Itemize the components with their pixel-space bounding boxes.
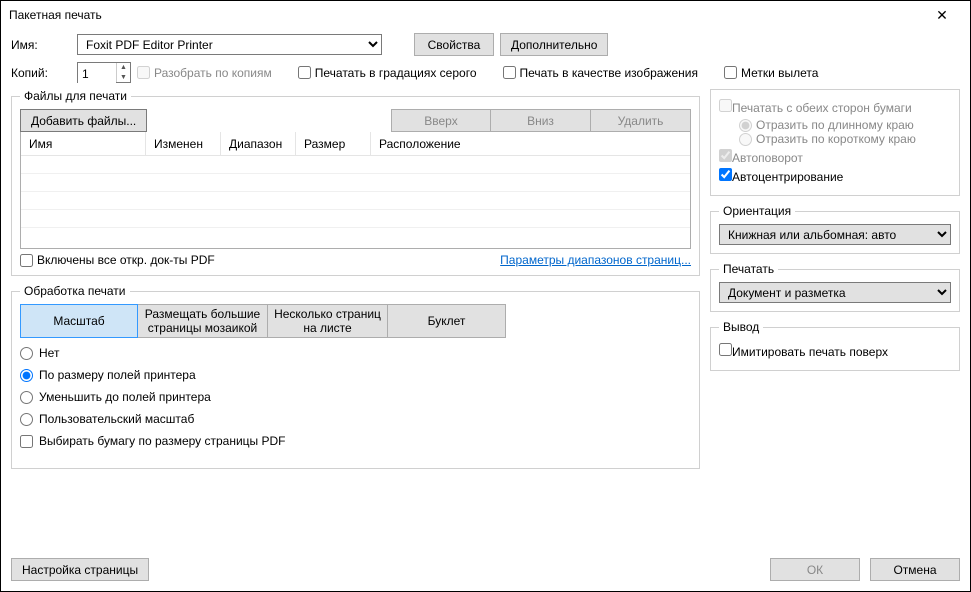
spin-down-icon[interactable]: ▼ [117,73,130,83]
close-icon[interactable]: ✕ [922,7,962,24]
ok-button: ОК [770,558,860,581]
radio-shrink[interactable]: Уменьшить до полей принтера [20,390,691,404]
tab-scale[interactable]: Масштаб [20,304,138,338]
flip-short-radio: Отразить по короткому краю [739,132,951,146]
up-button: Вверх [391,109,491,132]
tab-tile[interactable]: Размещать большие страницы мозаикой [138,304,268,338]
output-legend: Вывод [719,320,763,334]
radio-none[interactable]: Нет [20,346,691,360]
duplex-checkbox: Печатать с обеих сторон бумаги [719,99,951,115]
orientation-legend: Ориентация [719,204,795,218]
files-table[interactable]: Имя Изменен Диапазон Размер Расположение [20,132,691,249]
advanced-button[interactable]: Дополнительно [500,33,608,56]
print-what-group: Печатать Документ и разметка [710,262,960,312]
autocenter-checkbox[interactable]: Автоцентрирование [719,168,951,184]
autorotate-checkbox: Автоповорот [719,149,951,165]
spin-up-icon[interactable]: ▲ [117,63,130,73]
duplex-group: Печатать с обеих сторон бумаги Отразить … [710,89,960,196]
col-range[interactable]: Диапазон [221,132,296,155]
page-setup-button[interactable]: Настройка страницы [11,558,149,581]
flip-long-radio: Отразить по длинному краю [739,118,951,132]
col-modified[interactable]: Изменен [146,132,221,155]
radio-custom[interactable]: Пользовательский масштаб [20,412,691,426]
window-title: Пакетная печать [9,8,922,22]
properties-button[interactable]: Свойства [414,33,494,56]
col-location[interactable]: Расположение [371,132,690,155]
handling-group: Обработка печати Масштаб Размещать больш… [11,284,700,469]
down-button: Вниз [491,109,591,132]
radio-fit[interactable]: По размеру полей принтера [20,368,691,382]
tab-booklet[interactable]: Буклет [388,304,506,338]
copies-label: Копий: [11,66,71,80]
name-label: Имя: [11,38,71,52]
collate-checkbox: Разобрать по копиям [137,66,272,80]
as-image-checkbox[interactable]: Печать в качестве изображения [503,66,698,80]
grayscale-checkbox[interactable]: Печатать в градациях серого [298,66,477,80]
range-params-link[interactable]: Параметры диапазонов страниц... [500,253,691,267]
printer-select[interactable]: Foxit PDF Editor Printer [77,34,382,55]
orientation-select[interactable]: Книжная или альбомная: авто [719,224,951,245]
bleed-checkbox[interactable]: Метки вылета [724,66,819,80]
add-files-button[interactable]: Добавить файлы... [20,109,147,132]
include-all-checkbox[interactable]: Включены все откр. док-ты PDF [20,253,215,267]
table-row [21,192,690,210]
choose-paper-checkbox[interactable]: Выбирать бумагу по размеру страницы PDF [20,434,691,448]
orientation-group: Ориентация Книжная или альбомная: авто [710,204,960,254]
output-group: Вывод Имитировать печать поверх [710,320,960,371]
table-row [21,210,690,228]
table-row [21,228,690,246]
col-name[interactable]: Имя [21,132,146,155]
tab-multi[interactable]: Несколько страниц на листе [268,304,388,338]
delete-button: Удалить [591,109,691,132]
simulate-checkbox[interactable]: Имитировать печать поверх [719,343,951,359]
copies-spinner[interactable]: ▲▼ [77,62,131,83]
copies-input[interactable] [78,63,116,84]
files-legend: Файлы для печати [20,89,131,103]
files-group: Файлы для печати Добавить файлы... Вверх… [11,89,700,276]
handling-legend: Обработка печати [20,284,130,298]
col-size[interactable]: Размер [296,132,371,155]
table-row [21,156,690,174]
print-what-legend: Печатать [719,262,778,276]
cancel-button[interactable]: Отмена [870,558,960,581]
print-what-select[interactable]: Документ и разметка [719,282,951,303]
table-row [21,174,690,192]
